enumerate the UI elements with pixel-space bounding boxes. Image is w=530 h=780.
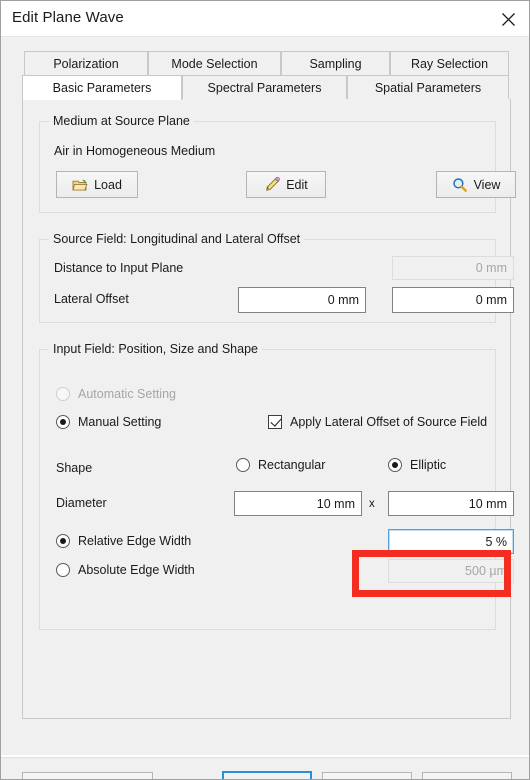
- diameter-separator: x: [369, 498, 375, 510]
- distance-to-input-plane-field: 0 mm: [392, 256, 514, 280]
- radio-relative-edge-width[interactable]: Relative Edge Width: [56, 534, 191, 548]
- tab-row-lower: Basic Parameters Spectral Parameters Spa…: [22, 75, 509, 100]
- radio-label: Automatic Setting: [78, 387, 176, 401]
- ok-button[interactable]: Ok: [222, 771, 312, 779]
- tab-label: Polarization: [53, 56, 119, 71]
- close-icon[interactable]: [485, 1, 529, 37]
- folder-open-icon: [72, 177, 88, 193]
- cancel-button[interactable]: Cancel: [322, 772, 412, 779]
- radio-label: Relative Edge Width: [78, 534, 192, 548]
- default-parameters-button[interactable]: Default Parameters: [22, 772, 153, 779]
- radio-label: Manual Setting: [78, 415, 162, 429]
- footer-button-bar: Default Parameters Ok Cancel Help CSDN @…: [1, 757, 529, 779]
- tab-bar: Polarization Mode Selection Sampling Ray…: [22, 51, 509, 100]
- title-bar: Edit Plane Wave: [1, 1, 529, 37]
- tab-spatial-parameters[interactable]: Spatial Parameters: [347, 75, 509, 99]
- tab-label: Basic Parameters: [52, 81, 152, 95]
- tab-label: Spatial Parameters: [374, 80, 482, 95]
- checkbox-label: Apply Lateral Offset of Source Field: [290, 415, 488, 429]
- field-value: 5 %: [485, 534, 507, 549]
- window-title: Edit Plane Wave: [12, 9, 124, 26]
- tab-ray-selection[interactable]: Ray Selection: [390, 51, 509, 75]
- load-button[interactable]: Load: [56, 171, 138, 198]
- group-title: Input Field: Position, Size and Shape: [49, 342, 262, 356]
- radio-automatic-setting: Automatic Setting: [56, 387, 176, 401]
- view-button[interactable]: View: [436, 171, 516, 198]
- diameter-y-field[interactable]: 10 mm: [388, 491, 514, 516]
- tab-mode-selection[interactable]: Mode Selection: [148, 51, 281, 75]
- group-title: Source Field: Longitudinal and Lateral O…: [49, 232, 305, 246]
- shape-label: Shape: [56, 461, 93, 475]
- radio-indicator: [388, 458, 402, 472]
- radio-indicator: [56, 563, 70, 577]
- distance-to-input-plane-label: Distance to Input Plane: [54, 261, 184, 275]
- edit-button[interactable]: Edit: [246, 171, 326, 198]
- input-field-group: Input Field: Position, Size and Shape Au…: [39, 342, 514, 630]
- lateral-offset-x-field[interactable]: 0 mm: [238, 287, 366, 313]
- absolute-edge-width-field: 500 µm: [388, 559, 514, 583]
- radio-manual-setting[interactable]: Manual Setting: [56, 415, 161, 429]
- medium-value: Air in Homogeneous Medium: [54, 144, 216, 158]
- help-button[interactable]: Help: [422, 772, 512, 779]
- radio-indicator: [56, 415, 70, 429]
- medium-at-source-plane-group: Medium at Source Plane Air in Homogeneou…: [39, 114, 516, 213]
- tab-polarization[interactable]: Polarization: [24, 51, 148, 75]
- field-value: 10 mm: [468, 496, 507, 511]
- field-value: 10 mm: [316, 496, 355, 511]
- checkbox-apply-lateral-offset[interactable]: Apply Lateral Offset of Source Field: [268, 415, 487, 429]
- diameter-label: Diameter: [56, 496, 107, 510]
- relative-edge-width-field[interactable]: 5 %: [388, 529, 514, 554]
- tab-label: Ray Selection: [410, 56, 489, 71]
- tab-sampling[interactable]: Sampling: [281, 51, 390, 75]
- lateral-offset-y-field[interactable]: 0 mm: [392, 287, 514, 313]
- tab-label: Mode Selection: [171, 56, 258, 71]
- magnifier-icon: [452, 177, 468, 193]
- radio-label: Absolute Edge Width: [78, 563, 195, 577]
- view-button-label: View: [473, 177, 501, 192]
- tab-basic-parameters[interactable]: Basic Parameters: [22, 75, 182, 100]
- dialog-body: Polarization Mode Selection Sampling Ray…: [1, 37, 529, 779]
- tab-label: Spectral Parameters: [207, 80, 322, 95]
- tab-content-panel: Medium at Source Plane Air in Homogeneou…: [22, 99, 516, 719]
- radio-shape-rectangular[interactable]: Rectangular: [236, 458, 325, 472]
- tab-row-upper: Polarization Mode Selection Sampling Ray…: [24, 51, 509, 75]
- field-value: 0 mm: [475, 293, 507, 307]
- pencil-icon: [264, 176, 280, 193]
- source-field-group: Source Field: Longitudinal and Lateral O…: [39, 232, 514, 323]
- tab-spectral-parameters[interactable]: Spectral Parameters: [182, 75, 347, 99]
- tab-label: Sampling: [309, 56, 362, 71]
- diameter-x-field[interactable]: 10 mm: [234, 491, 362, 516]
- radio-indicator: [56, 387, 70, 401]
- field-value: 0 mm: [475, 261, 507, 275]
- checkbox-indicator: [268, 415, 282, 429]
- radio-label: Rectangular: [258, 458, 326, 472]
- radio-indicator: [236, 458, 250, 472]
- radio-shape-elliptic[interactable]: Elliptic: [388, 458, 446, 472]
- radio-indicator: [56, 534, 70, 548]
- field-value: 500 µm: [465, 564, 507, 578]
- edit-button-label: Edit: [286, 177, 308, 192]
- lateral-offset-label: Lateral Offset: [54, 292, 129, 306]
- field-value: 0 mm: [327, 293, 359, 307]
- load-button-label: Load: [94, 177, 122, 192]
- radio-label: Elliptic: [410, 458, 447, 472]
- radio-absolute-edge-width[interactable]: Absolute Edge Width: [56, 563, 195, 577]
- group-title: Medium at Source Plane: [49, 114, 194, 128]
- edit-plane-wave-dialog: Edit Plane Wave Polarization Mode Select…: [0, 0, 530, 780]
